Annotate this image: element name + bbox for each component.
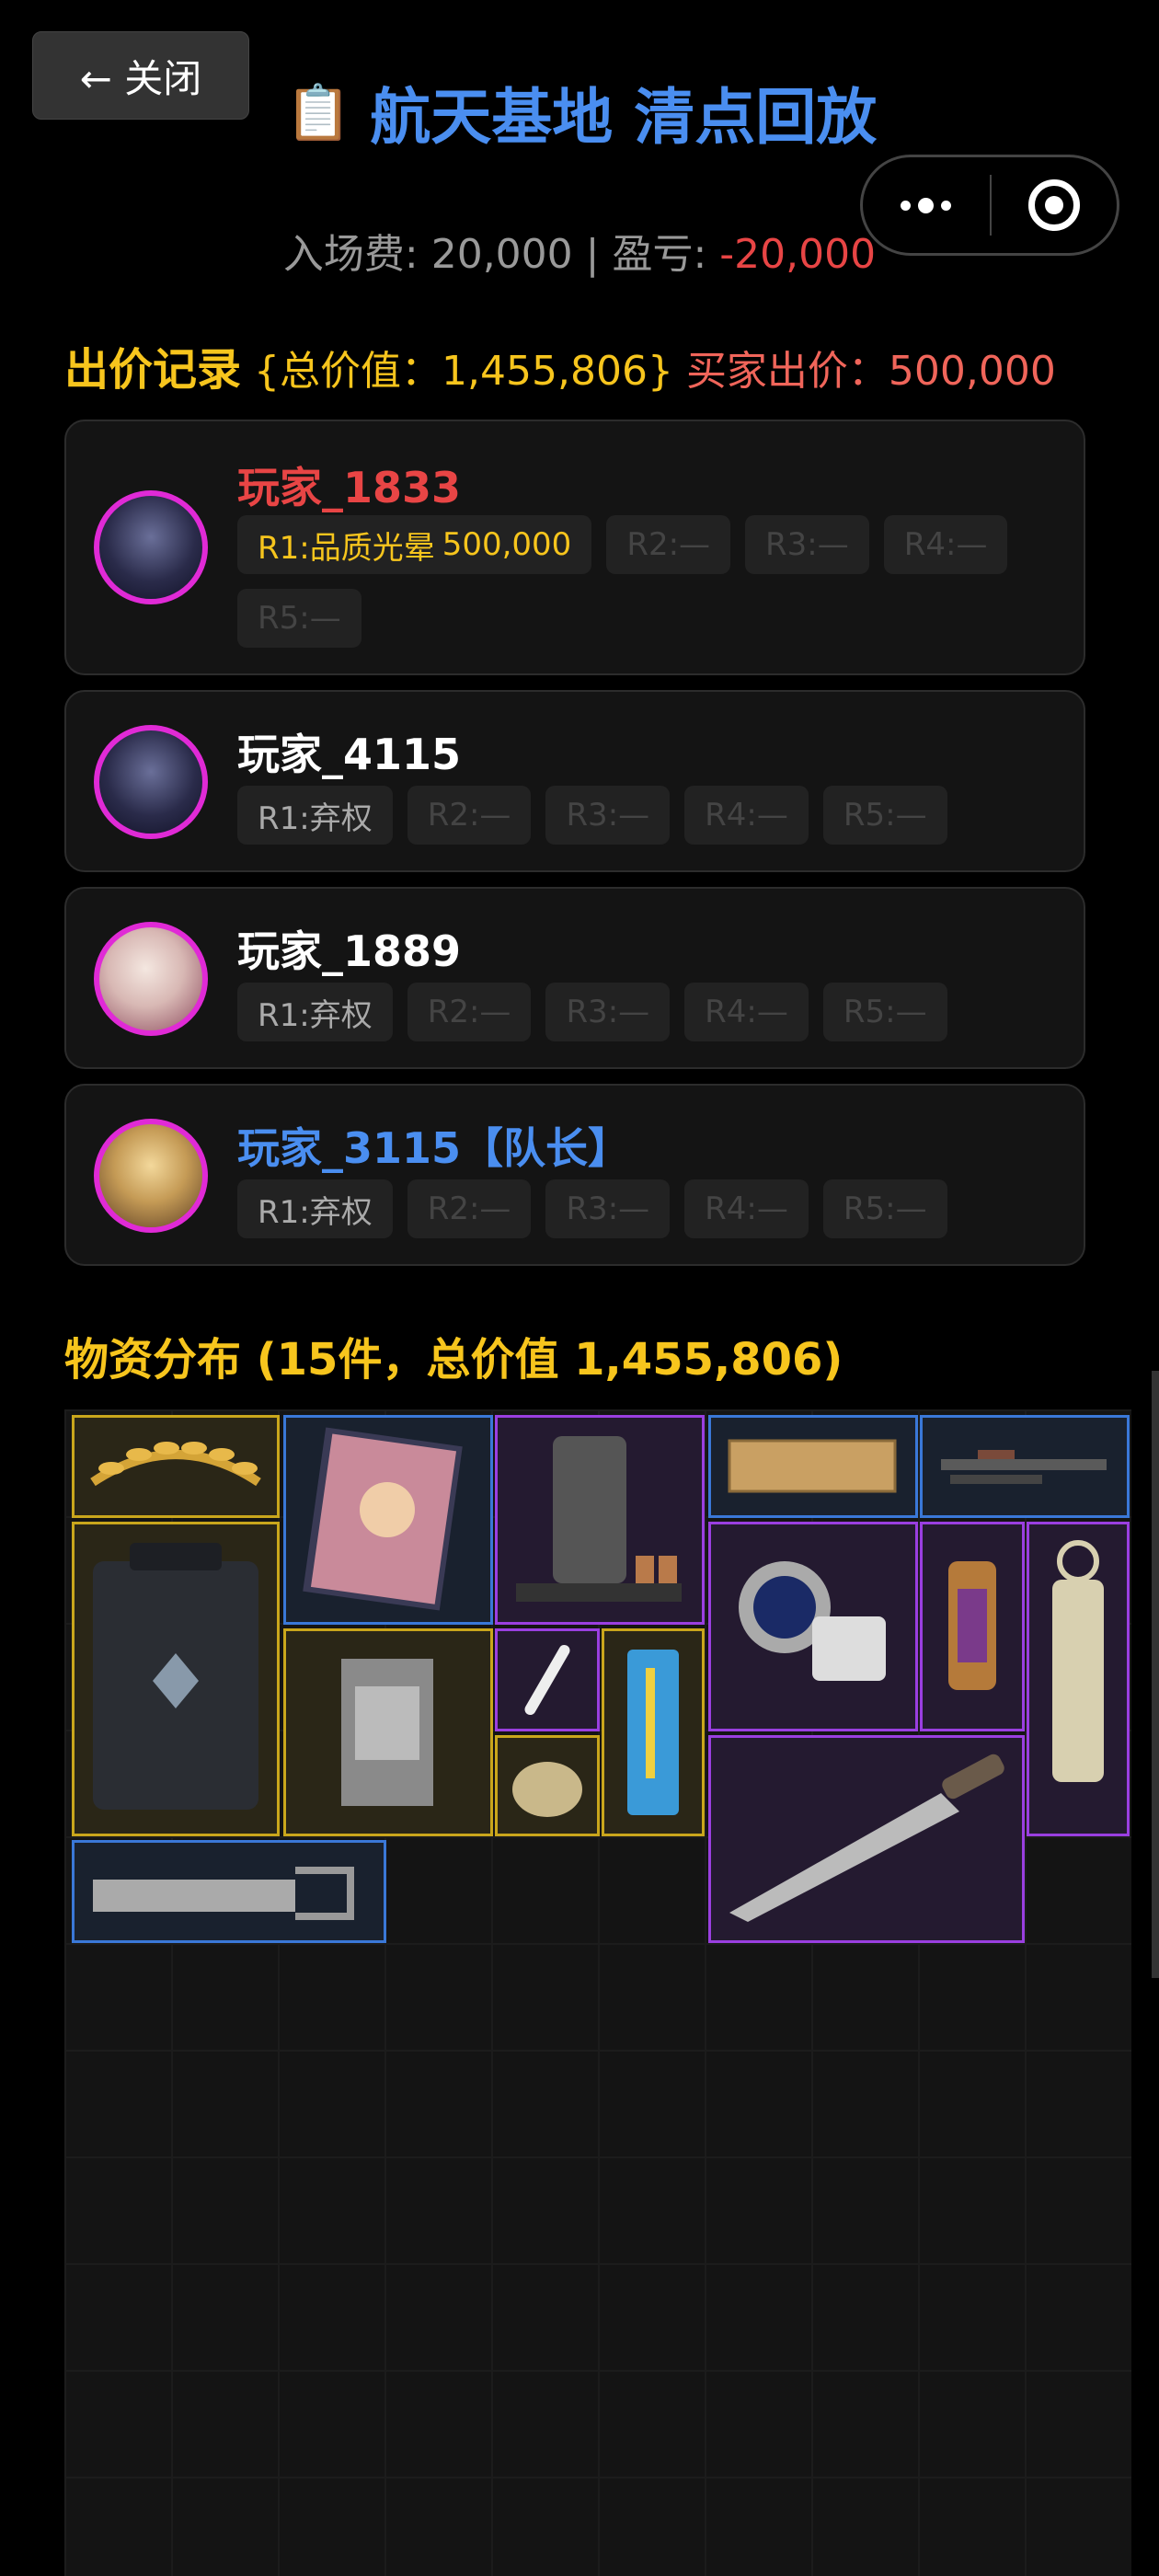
laurel-crown-icon[interactable] <box>72 1415 280 1518</box>
entry-fee-line: 入场费: 20,000 | 盈亏: -20,000 <box>0 221 1159 280</box>
avatar <box>94 725 208 839</box>
hand-saw-icon[interactable] <box>72 1840 386 1943</box>
round-chip-r3: R3:— <box>545 786 671 845</box>
electric-toothbrush-icon[interactable] <box>495 1628 600 1731</box>
player-name: 玩家_1889 <box>237 926 462 976</box>
hunting-knife-icon[interactable] <box>708 1735 1025 1943</box>
round-chip-r3: R3:— <box>745 515 869 574</box>
round-chip-r3: R3:— <box>545 1179 671 1238</box>
round-chip-r4: R4:— <box>883 515 1008 574</box>
buyer-bid-text: 买家出价：500,000 <box>685 348 1056 395</box>
round-chip-r5: R5:— <box>237 589 361 648</box>
scrollbar[interactable] <box>1152 1371 1159 1978</box>
round-chip-r1: R1:品质光晕 R1:品质光晕 500,000 <box>237 515 592 574</box>
round-chip-r1: R1:弃权 <box>237 786 393 845</box>
round-chip-r2: R2:— <box>606 515 731 574</box>
round-chip-r4: R4:— <box>684 1179 809 1238</box>
entry-fee-label: 入场费: 20,000 | 盈亏: <box>282 231 720 278</box>
round-chip-r2: R2:— <box>407 786 532 845</box>
player-card: 玩家_1833 R1:品质光晕 R1:品质光晕 500,000 R2:— R3:… <box>64 420 1085 675</box>
bid-records-header: 出价记录 {总价值：1,455,806} 买家出价：500,000 <box>64 333 1056 397</box>
round-chip-r2: R2:— <box>407 983 532 1041</box>
rifle-parts-icon[interactable] <box>920 1415 1130 1518</box>
document-bag-icon[interactable] <box>283 1628 493 1836</box>
total-value-text: {总价值：1,455,806} <box>254 348 673 395</box>
armored-case-icon[interactable] <box>72 1522 280 1836</box>
player-card: 玩家_3115【队长】 R1:弃权 R2:— R3:— R4:— R5:— <box>64 1084 1085 1266</box>
page-title: 📋 航天基地 清点回放 <box>285 68 877 156</box>
round-chip-r4: R4:— <box>684 983 809 1041</box>
avatar <box>94 490 208 604</box>
player-name: 玩家_1833 <box>237 463 462 512</box>
blood-pressure-monitor-icon[interactable] <box>708 1522 918 1731</box>
round-chip-r2: R2:— <box>407 1179 532 1238</box>
medical-syringe-kit-icon[interactable] <box>602 1628 705 1836</box>
player-name: 玩家_3115【队长】 <box>237 1123 631 1173</box>
gold-mesh-panel-icon[interactable] <box>708 1415 918 1518</box>
pocket-watch-icon[interactable] <box>495 1735 600 1836</box>
close-button[interactable]: ← 关闭 <box>32 31 249 120</box>
materials-heading: 物资分布 (15件，总价值 1,455,806) <box>64 1334 843 1386</box>
avatar <box>94 1119 208 1233</box>
round-chip-r5: R5:— <box>822 786 947 845</box>
player-card: 玩家_4115 R1:弃权 R2:— R3:— R4:— R5:— <box>64 690 1085 872</box>
clipboard-icon: 📋 <box>285 80 352 144</box>
player-card: 玩家_1889 R1:弃权 R2:— R3:— R4:— R5:— <box>64 887 1085 1069</box>
ornate-lantern-icon[interactable] <box>920 1522 1025 1731</box>
round-chip-r3: R3:— <box>545 983 671 1041</box>
more-options-icon[interactable] <box>863 197 990 213</box>
page-title-text: 航天基地 清点回放 <box>370 82 878 153</box>
player-name: 玩家_4115 <box>237 730 462 779</box>
round-chip-r4: R4:— <box>684 786 809 845</box>
avatar <box>94 922 208 1036</box>
magazine-icon[interactable] <box>283 1415 493 1625</box>
r1-bid-amount: 500,000 <box>442 526 572 563</box>
round-chip-r1: R1:弃权 <box>237 983 393 1041</box>
profit-loss-value: -20,000 <box>719 231 877 278</box>
round-chip-r5: R5:— <box>822 983 947 1041</box>
round-chip-r1: R1:弃权 <box>237 1179 393 1238</box>
bid-records-title: 出价记录 <box>64 344 242 396</box>
round-chip-r5: R5:— <box>822 1179 947 1238</box>
coffee-machine-icon[interactable] <box>495 1415 705 1625</box>
camping-lantern-icon[interactable] <box>1027 1522 1130 1836</box>
